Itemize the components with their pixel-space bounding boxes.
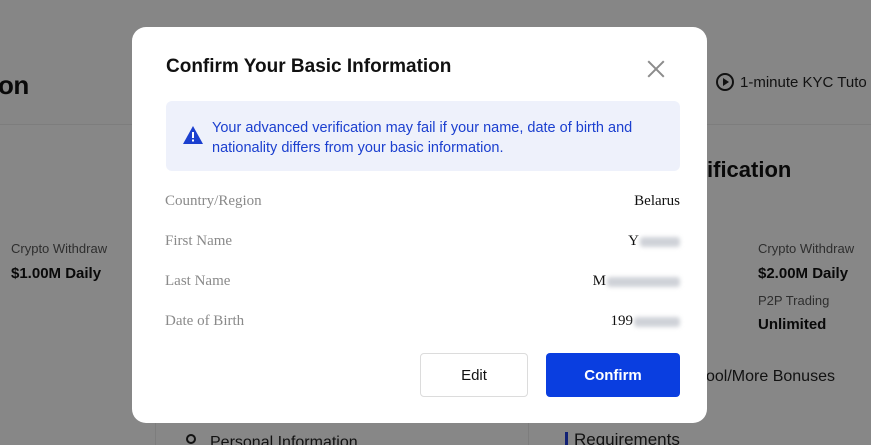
first-name-text: Y (628, 233, 639, 249)
date-of-birth-value: 199 (610, 313, 680, 330)
notice-text: Your advanced verification may fail if y… (212, 120, 633, 156)
edit-button[interactable]: Edit (420, 353, 528, 397)
country-region-text: Belarus (634, 193, 680, 209)
date-of-birth-label: Date of Birth (165, 313, 245, 329)
last-name-text: M (592, 273, 606, 289)
confirm-info-dialog: Confirm Your Basic Information Your adva… (132, 27, 707, 423)
redacted-blur (634, 316, 680, 327)
redacted-blur (640, 236, 680, 247)
warning-icon (183, 126, 203, 144)
country-region-label: Country/Region (165, 193, 262, 209)
first-name-label: First Name (165, 233, 233, 249)
last-name-value: M (593, 273, 680, 290)
country-region-value: Belarus (634, 193, 680, 210)
confirm-button[interactable]: Confirm (546, 353, 680, 397)
dialog-title: Confirm Your Basic Information (166, 56, 452, 77)
date-of-birth-text: 199 (610, 313, 634, 329)
first-name-value: Y (628, 233, 680, 250)
verification-notice: Your advanced verification may fail if y… (166, 101, 680, 171)
close-icon[interactable] (643, 56, 669, 82)
last-name-label: Last Name (165, 273, 231, 289)
redacted-blur (607, 276, 680, 287)
